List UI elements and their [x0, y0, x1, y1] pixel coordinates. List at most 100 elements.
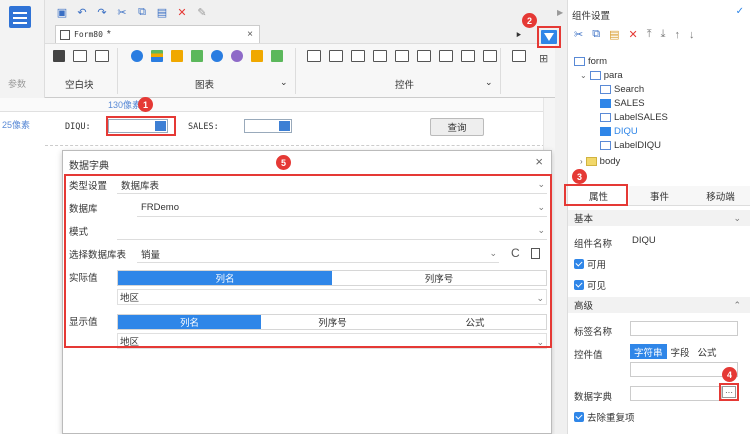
display-formula-option[interactable]: 公式 [404, 315, 546, 329]
delete-icon[interactable]: ✕ [628, 28, 637, 41]
tree-widget-icon[interactable] [439, 50, 453, 62]
chevron-up-icon: ⌃ [733, 300, 741, 310]
paste-icon[interactable]: ▤ [155, 5, 169, 19]
checkbox-widget-icon[interactable] [461, 50, 475, 62]
combo-dropdown-icon[interactable] [279, 121, 290, 131]
tab-events[interactable]: 事件 [629, 186, 690, 205]
column-chart-icon[interactable] [171, 50, 183, 62]
copy-icon[interactable]: ⧉ [592, 28, 600, 41]
block-icon[interactable] [53, 50, 65, 62]
tree-node-sales[interactable]: SALES [600, 97, 645, 110]
section-advanced[interactable]: 高级 ⌃ [568, 297, 750, 313]
widget-name-label: 组件名称 [574, 239, 613, 250]
gauge-chart-icon[interactable] [231, 50, 243, 62]
expand-arrow-icon[interactable]: ▶ [557, 8, 563, 17]
widget-name-input[interactable]: DIQU [629, 233, 739, 248]
panel-splitter[interactable] [555, 0, 567, 434]
value-string-option[interactable]: 字符串 [630, 344, 667, 359]
collapse-icon[interactable]: ⯈ [515, 30, 522, 41]
tree-node-form[interactable]: form [574, 55, 607, 68]
save-icon[interactable]: ▣ [55, 5, 69, 19]
undo-icon[interactable]: ↶ [75, 5, 89, 19]
bar-chart-icon[interactable] [151, 50, 163, 62]
display-colindex-option[interactable]: 列序号 [261, 315, 404, 329]
document-tab[interactable]: Form80 * × [55, 25, 260, 43]
list-widget-icon[interactable] [417, 50, 431, 62]
check-icon [574, 280, 584, 290]
divider [500, 48, 501, 94]
move-top-icon[interactable]: ⤒ [647, 28, 652, 41]
text-widget-icon[interactable] [307, 50, 321, 62]
visible-checkbox[interactable]: 可见 [574, 278, 606, 292]
copy-icon[interactable]: ⧉ [135, 5, 149, 19]
diqu-combo[interactable] [108, 119, 168, 133]
cut-icon[interactable]: ✂ [574, 28, 583, 41]
area-chart-icon[interactable] [211, 50, 223, 62]
table-select[interactable]: 销量 ⌄ [137, 245, 499, 263]
tab-properties[interactable]: 属性 [568, 186, 629, 205]
tree-node-search[interactable]: Search [600, 83, 644, 96]
query-button[interactable]: 查询 [430, 118, 484, 136]
pin-icon[interactable]: ✓ [736, 6, 744, 17]
tree-node-body[interactable]: › body [580, 155, 620, 168]
block-split-icon[interactable] [95, 50, 109, 62]
report-block-icon[interactable] [512, 50, 526, 62]
line-chart-icon[interactable] [191, 50, 203, 62]
cut-icon[interactable]: ✂ [115, 5, 129, 19]
format-painter-icon[interactable]: ✎ [195, 5, 209, 19]
radio-widget-icon[interactable] [483, 50, 497, 62]
block-grid-icon[interactable] [73, 50, 87, 62]
button-widget-icon[interactable] [351, 50, 365, 62]
delete-icon[interactable]: ✕ [175, 5, 189, 19]
redo-icon[interactable]: ↷ [95, 5, 109, 19]
data-dict-input[interactable] [630, 386, 722, 401]
scatter-chart-icon[interactable] [271, 50, 283, 62]
ruler-mark: 130像素 [108, 100, 142, 110]
chart-more-chevron[interactable]: ⌄ [280, 77, 288, 88]
display-label: 显示值 [69, 317, 98, 328]
pie-chart-icon[interactable] [131, 50, 143, 62]
data-dict-ellipsis-button[interactable]: ··· [722, 386, 736, 398]
move-up-icon[interactable]: ↑ [674, 29, 680, 41]
tab-mobile[interactable]: 移动端 [690, 186, 750, 205]
chevron-down-icon: ⌄ [489, 248, 497, 258]
type-select[interactable]: 数据库表 ⌄ [117, 176, 547, 194]
move-down-icon[interactable]: ↓ [689, 29, 695, 41]
number-widget-icon[interactable] [329, 50, 343, 62]
dedupe-checkbox[interactable]: 去除重复项 [574, 410, 635, 424]
paste-icon[interactable]: ▤ [609, 28, 619, 41]
widget-more-chevron[interactable]: ⌄ [485, 77, 493, 88]
date-widget-icon[interactable] [395, 50, 409, 62]
widget-settings-icon[interactable] [541, 30, 557, 44]
tag-name-input[interactable] [630, 321, 738, 336]
enabled-checkbox[interactable]: 可用 [574, 257, 606, 271]
tree-node-labeldiqu[interactable]: LabelDIQU [600, 139, 661, 152]
dialog-close-icon[interactable]: × [535, 154, 543, 169]
move-bottom-icon[interactable]: ⤓ [661, 28, 666, 41]
layout-icon[interactable]: ⊞ [539, 52, 548, 65]
divider [117, 48, 118, 94]
actual-column-select[interactable]: 地区 ⌄ [117, 289, 547, 305]
tree-node-labelsales[interactable]: LabelSALES [600, 111, 668, 124]
tree-node-diqu[interactable]: DIQU [600, 125, 638, 138]
display-column-select[interactable]: 地区 ⌄ [117, 333, 547, 349]
actual-colindex-option[interactable]: 列序号 [332, 271, 546, 285]
mode-select[interactable]: ⌄ [117, 222, 547, 240]
caret-down-icon: ⌄ [580, 71, 587, 80]
group-label-blank: 空白块 [65, 80, 94, 91]
sales-combo[interactable] [244, 119, 292, 133]
tree-node-para[interactable]: ⌄ para [580, 69, 623, 82]
refresh-icon[interactable]: C [511, 246, 520, 260]
combo-dropdown-icon[interactable] [155, 121, 166, 131]
edit-sql-icon[interactable] [531, 248, 540, 259]
combo-widget-icon[interactable] [373, 50, 387, 62]
actual-colname-option[interactable]: 列名 [118, 271, 332, 285]
value-formula-option[interactable]: 公式 [694, 344, 721, 359]
display-colname-option[interactable]: 列名 [118, 315, 261, 329]
db-select[interactable]: FRDemo ⌄ [137, 199, 547, 217]
tab-close-icon[interactable]: × [247, 29, 253, 40]
value-field-option[interactable]: 字段 [667, 344, 694, 359]
radar-chart-icon[interactable] [251, 50, 263, 62]
app-menu-icon[interactable] [9, 6, 31, 28]
section-basic[interactable]: 基本 ⌄ [568, 210, 750, 226]
